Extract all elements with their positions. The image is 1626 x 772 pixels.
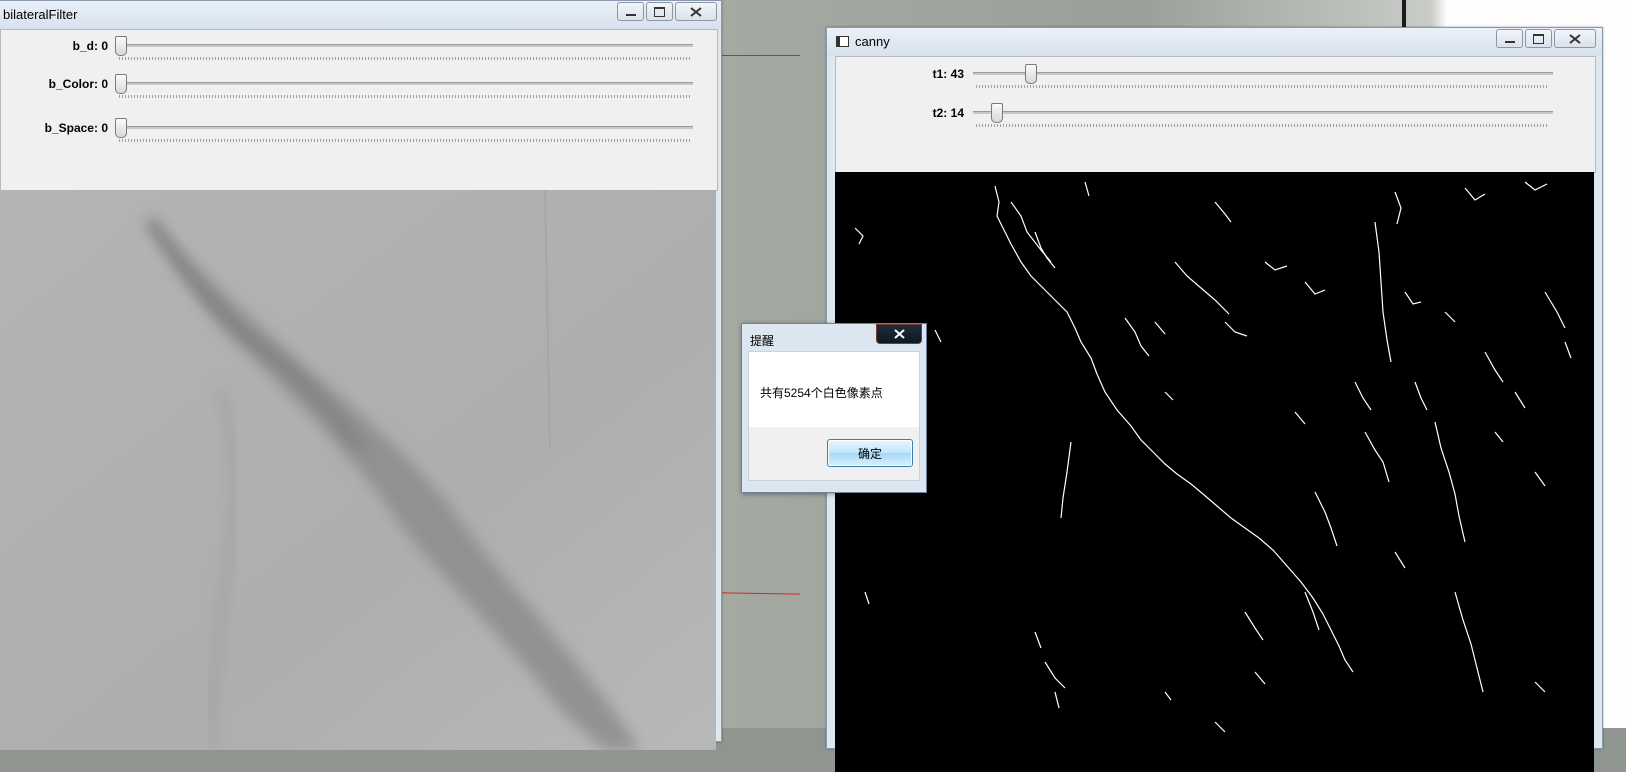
dialog-message: 共有5254个白色像素点 bbox=[760, 386, 883, 400]
window-title: canny bbox=[855, 34, 890, 49]
trackbar-thumb[interactable] bbox=[115, 118, 127, 138]
trackbar-ticks bbox=[119, 57, 691, 60]
maximize-icon bbox=[1533, 33, 1544, 44]
dialog-close-button[interactable] bbox=[876, 324, 922, 344]
close-button[interactable] bbox=[1554, 29, 1596, 48]
trackbar-ticks bbox=[119, 95, 691, 98]
maximize-button[interactable] bbox=[646, 2, 673, 21]
dialog-title: 提醒 bbox=[750, 334, 775, 348]
trackbar-b-d[interactable]: b_d: 0 bbox=[1, 32, 717, 62]
canny-edge-image bbox=[835, 172, 1594, 772]
trackbar-track[interactable] bbox=[119, 82, 693, 85]
trackbar-label: t1: 43 bbox=[932, 67, 964, 81]
minimize-icon bbox=[625, 13, 636, 16]
close-button[interactable] bbox=[675, 2, 717, 21]
window-title: bilateralFilter bbox=[3, 7, 78, 22]
edge-map bbox=[854, 181, 1572, 733]
trackbar-panel: b_d: 0 b_Color: 0 b_Space: 0 bbox=[0, 29, 718, 191]
trackbar-thumb[interactable] bbox=[115, 74, 127, 94]
filtered-image bbox=[0, 190, 716, 750]
minimize-button[interactable] bbox=[617, 2, 644, 21]
trackbar-thumb[interactable] bbox=[991, 103, 1003, 123]
window-app-icon bbox=[836, 36, 849, 47]
trackbar-label: b_Space: 0 bbox=[44, 121, 108, 135]
trackbar-thumb[interactable] bbox=[1025, 64, 1037, 84]
trackbar-ticks bbox=[119, 139, 691, 142]
trackbar-track[interactable] bbox=[119, 126, 693, 129]
trackbar-thumb[interactable] bbox=[115, 36, 127, 56]
trackbar-label: t2: 14 bbox=[932, 106, 964, 120]
trackbar-ticks bbox=[976, 124, 1548, 127]
trackbar-track[interactable] bbox=[973, 72, 1553, 75]
trackbar-label: b_Color: 0 bbox=[48, 77, 108, 91]
trackbar-b-space[interactable]: b_Space: 0 bbox=[1, 114, 717, 144]
window-titlebar[interactable]: bilateralFilter bbox=[0, 1, 721, 29]
trackbar-panel: t1: 43 t2: 14 bbox=[835, 56, 1596, 173]
background-line bbox=[720, 55, 800, 56]
dialog-message-area: 共有5254个白色像素点 bbox=[748, 351, 920, 428]
trackbar-t1[interactable]: t1: 43 bbox=[836, 60, 1595, 90]
trackbar-track[interactable] bbox=[119, 44, 693, 47]
maximize-icon bbox=[654, 6, 665, 17]
dialog-button-area: 确定 bbox=[748, 427, 920, 481]
bilateral-filter-window: bilateralFilter b_d: 0 b_Color: 0 b_Spac… bbox=[0, 0, 722, 750]
trackbar-ticks bbox=[976, 85, 1548, 88]
close-icon bbox=[690, 6, 702, 17]
close-icon bbox=[1569, 33, 1581, 44]
ok-button[interactable]: 确定 bbox=[827, 439, 913, 467]
trackbar-label: b_d: 0 bbox=[72, 39, 108, 53]
trackbar-b-color[interactable]: b_Color: 0 bbox=[1, 70, 717, 100]
minimize-button[interactable] bbox=[1496, 29, 1523, 48]
window-titlebar[interactable]: canny bbox=[827, 28, 1602, 56]
trackbar-track[interactable] bbox=[973, 111, 1553, 114]
message-dialog: 提醒 共有5254个白色像素点 确定 bbox=[741, 323, 927, 493]
filtered-image-content bbox=[0, 190, 716, 750]
minimize-icon bbox=[1504, 40, 1515, 43]
maximize-button[interactable] bbox=[1525, 29, 1552, 48]
canny-window: canny t1: 43 t2: 14 bbox=[826, 27, 1603, 772]
trackbar-t2[interactable]: t2: 14 bbox=[836, 99, 1595, 129]
close-icon bbox=[893, 329, 905, 339]
